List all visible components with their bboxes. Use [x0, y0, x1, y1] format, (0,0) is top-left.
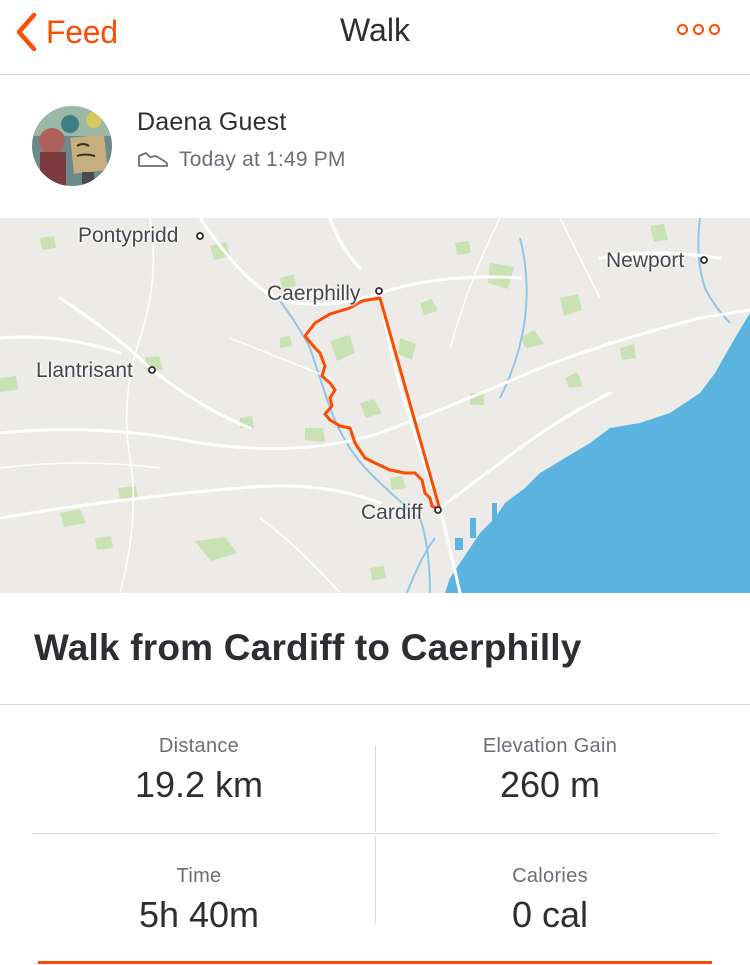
- activity-timestamp: Today at 1:49 PM: [179, 148, 346, 171]
- divider: [32, 833, 718, 834]
- avatar[interactable]: [32, 106, 112, 186]
- shoe-icon: [138, 152, 169, 167]
- activity-title: Walk from Cardiff to Caerphilly: [34, 627, 582, 668]
- place-label-llantrisant: Llantrisant: [36, 359, 133, 382]
- place-label-caerphilly: Caerphilly: [267, 282, 361, 305]
- stat-time: Time 5h 40m: [29, 865, 369, 936]
- bottom-accent-bar: [38, 961, 712, 964]
- more-options-icon: [709, 23, 720, 35]
- stat-calories: Calories 0 cal: [380, 865, 720, 936]
- navigation-bar: Feed Walk: [0, 0, 750, 75]
- stat-label: Time: [176, 865, 222, 887]
- place-label-pontypridd: Pontypridd: [78, 224, 179, 247]
- activity-meta: Today at 1:49 PM: [137, 148, 346, 172]
- stat-value: 19.2 km: [134, 764, 264, 805]
- more-options-icon: [677, 23, 688, 35]
- stat-value: 0 cal: [511, 894, 589, 935]
- stat-label: Elevation Gain: [482, 735, 618, 757]
- map-background: [0, 218, 750, 593]
- place-label-cardiff: Cardiff: [361, 501, 423, 524]
- back-button[interactable]: Feed: [14, 8, 118, 56]
- back-label: Feed: [46, 13, 118, 50]
- more-options-button[interactable]: [677, 17, 720, 41]
- stat-label: Distance: [158, 735, 240, 757]
- divider: [375, 746, 376, 832]
- chevron-left-icon: [16, 12, 37, 52]
- stat-label: Calories: [512, 865, 588, 887]
- place-label-newport: Newport: [606, 249, 685, 272]
- route-map[interactable]: Pontypridd Newport Caerphilly Llantrisan…: [0, 218, 750, 593]
- divider: [375, 836, 376, 924]
- more-options-icon: [693, 23, 704, 35]
- stat-distance: Distance 19.2 km: [29, 735, 369, 806]
- stat-value: 5h 40m: [138, 894, 260, 935]
- athlete-header: Daena Guest Today at 1:49 PM: [0, 76, 750, 218]
- stat-value: 260 m: [499, 764, 601, 805]
- divider: [0, 704, 750, 705]
- stat-elevation-gain: Elevation Gain 260 m: [380, 735, 720, 806]
- athlete-name[interactable]: Daena Guest: [137, 108, 287, 137]
